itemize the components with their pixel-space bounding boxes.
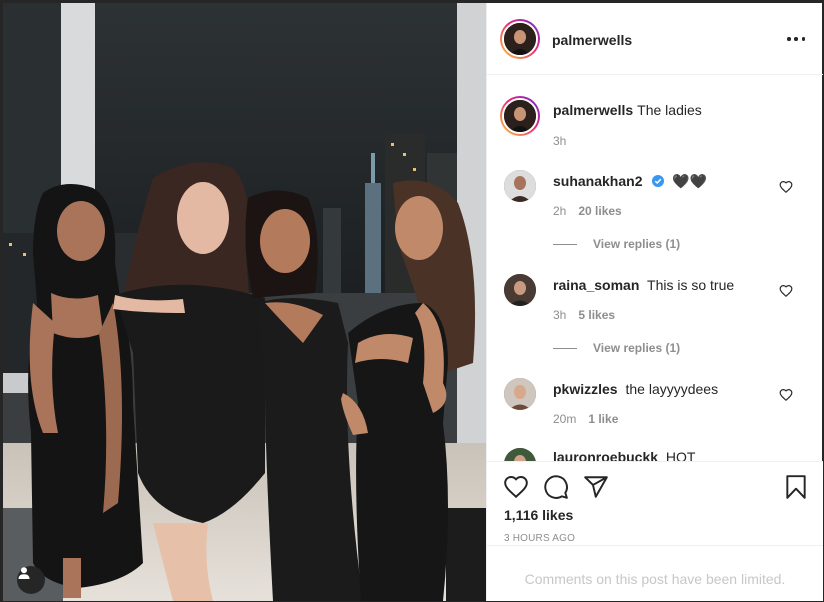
comment-icon[interactable] xyxy=(543,474,569,500)
comment-heart-icon[interactable] xyxy=(779,388,793,402)
comment-time[interactable]: 20m xyxy=(553,412,576,426)
comment-likes[interactable]: 1 like xyxy=(588,412,618,426)
caption-time[interactable]: 3h xyxy=(553,134,566,148)
author-avatar[interactable] xyxy=(500,19,540,59)
verified-badge-icon xyxy=(652,175,665,187)
comment-avatar[interactable] xyxy=(504,448,536,461)
photo-illustration xyxy=(3,3,486,601)
caption-username[interactable]: palmerwells xyxy=(553,102,633,118)
post-photo[interactable] xyxy=(3,3,486,601)
comments-list[interactable]: palmerwells The ladies 3h suhanakhan2 🖤🖤 … xyxy=(487,76,823,461)
more-options-icon[interactable] xyxy=(785,29,807,49)
comment-username[interactable]: lauronroebuckk xyxy=(553,449,658,461)
comment-time[interactable]: 2h xyxy=(553,204,566,218)
post-modal: palmerwells palmerwells The ladies 3h su… xyxy=(0,0,824,602)
caption-text: The ladies xyxy=(637,102,702,118)
post-header: palmerwells xyxy=(487,3,823,75)
comment-avatar[interactable] xyxy=(504,170,536,202)
comment-username[interactable]: raina_soman xyxy=(553,277,639,293)
likes-count[interactable]: 1,116 likes xyxy=(504,507,573,523)
comment-text: 🖤🖤 xyxy=(672,173,708,189)
comments-limited-notice: Comments on this post have been limited. xyxy=(524,571,786,587)
comment-heart-icon[interactable] xyxy=(779,284,793,298)
author-username[interactable]: palmerwells xyxy=(552,32,632,48)
view-replies-button[interactable]: View replies (1) xyxy=(553,341,680,355)
caption-avatar[interactable] xyxy=(500,96,540,136)
user-tag-button[interactable] xyxy=(17,566,45,594)
comment-text: HOT xyxy=(665,449,696,461)
heart-icon[interactable] xyxy=(503,474,529,500)
comment-likes[interactable]: 5 likes xyxy=(578,308,615,322)
view-replies-button[interactable]: View replies (1) xyxy=(553,237,680,251)
comment-avatar[interactable] xyxy=(504,378,536,410)
comment-avatar[interactable] xyxy=(504,274,536,306)
comment-username[interactable]: suhanakhan2 xyxy=(553,173,642,189)
comment-username[interactable]: pkwizzles xyxy=(553,381,618,397)
post-timestamp[interactable]: 3 HOURS AGO xyxy=(504,533,575,544)
comment-text: the layyyydees xyxy=(625,381,719,397)
post-side-panel: palmerwells palmerwells The ladies 3h su… xyxy=(486,3,823,601)
share-icon[interactable] xyxy=(583,474,609,500)
comment-time[interactable]: 3h xyxy=(553,308,566,322)
user-tag-icon xyxy=(18,567,30,579)
comment-likes[interactable]: 20 likes xyxy=(578,204,621,218)
bookmark-icon[interactable] xyxy=(783,474,809,500)
comment-text: This is so true xyxy=(647,277,735,293)
comment-heart-icon[interactable] xyxy=(779,180,793,194)
